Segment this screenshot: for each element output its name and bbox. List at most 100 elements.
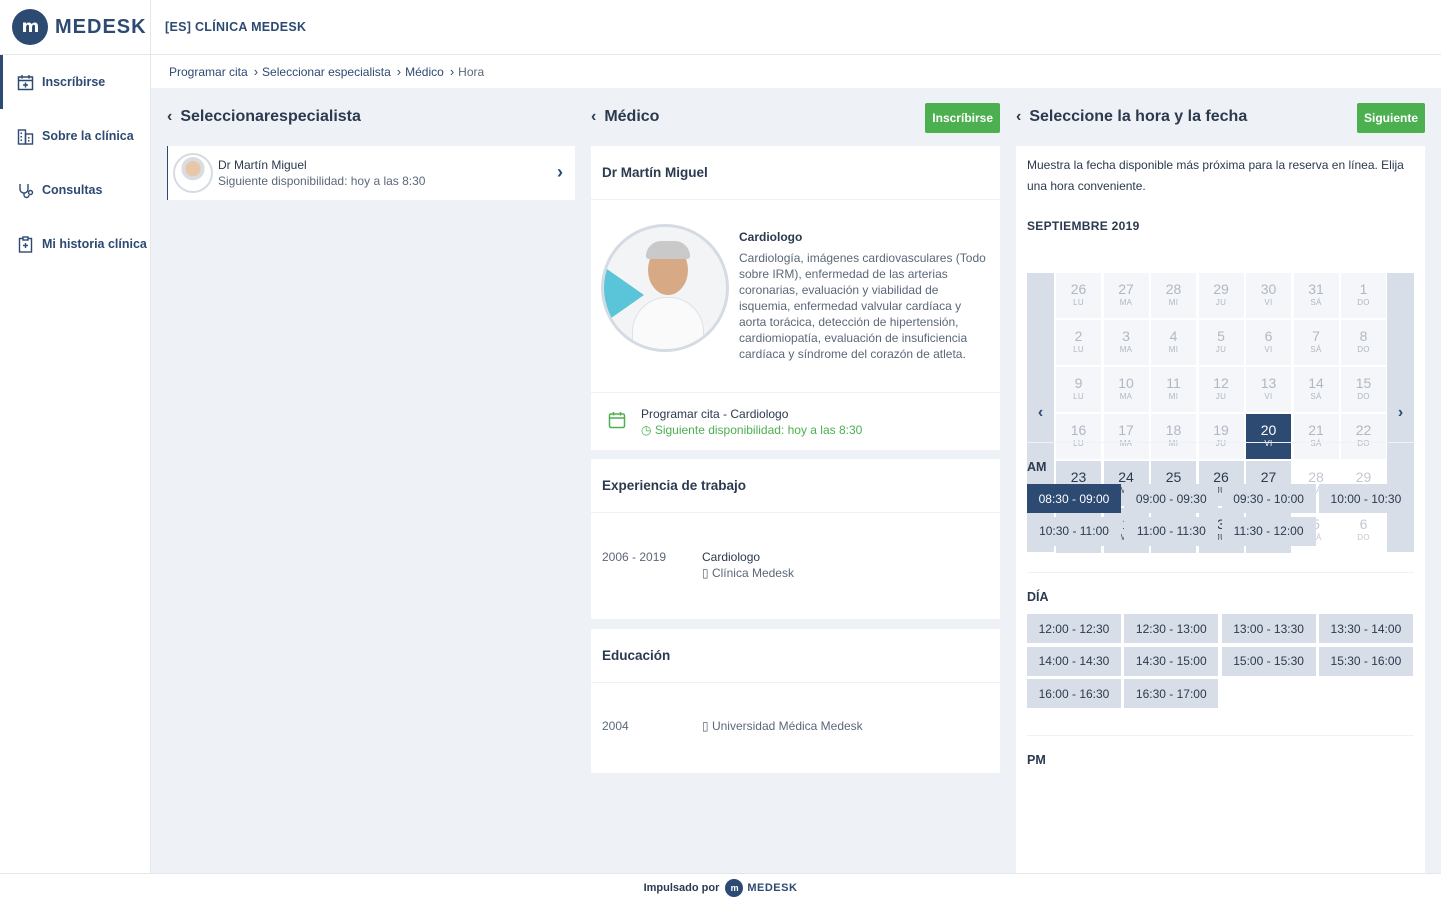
day-number: 27: [1260, 469, 1277, 485]
calendar-day: 31 SÁ: [1293, 273, 1339, 318]
doctor-details: Cardiologo Cardiología, imágenes cardiov…: [591, 200, 1000, 393]
time-slot[interactable]: 13:00 - 13:30: [1221, 614, 1316, 643]
weekday-label: JU: [1215, 298, 1227, 307]
appointment-title: Programar cita - Cardiologo: [641, 406, 789, 421]
time-slot[interactable]: 11:30 - 12:00: [1221, 516, 1316, 546]
calendar-day: 6 DO: [1341, 508, 1386, 553]
chevron-left-icon[interactable]: ‹: [167, 108, 172, 126]
calendar-plus-icon: [16, 73, 34, 91]
calendar-day: 13 VI: [1246, 367, 1291, 412]
time-slot[interactable]: 09:00 - 09:30: [1124, 484, 1219, 513]
time-slot[interactable]: 14:30 - 15:00: [1124, 646, 1219, 676]
calendar-day-selected[interactable]: 20 VI: [1246, 414, 1291, 459]
day-number: 12: [1213, 375, 1229, 391]
day-number: 28: [1308, 469, 1324, 485]
breadcrumb-seleccionar-especialista[interactable]: Seleccionar especialista: [262, 65, 391, 79]
education-title: Educación: [591, 629, 1000, 683]
medesk-logo[interactable]: m MEDESK: [0, 0, 151, 54]
chevron-left-icon[interactable]: ‹: [1016, 108, 1021, 126]
sidebar-item-label: Mi historia clínica: [42, 237, 147, 251]
calendar-day: 11 MI: [1151, 367, 1196, 412]
calendar-day: 10 MA: [1103, 367, 1149, 412]
experience-place: Clínica Medesk: [711, 566, 794, 580]
breadcrumb-medico[interactable]: Médico: [405, 65, 444, 79]
doctor-card: Dr Martín Miguel Cardiologo Cardiología,…: [591, 146, 1000, 450]
day-number: 22: [1355, 422, 1372, 438]
calendar-day: 2 LU: [1056, 320, 1101, 365]
sidebar-item-sobre-clinica[interactable]: Sobre la clínica: [0, 109, 150, 163]
clinic-name: [ES] CLÍNICA MEDESK: [165, 20, 307, 34]
time-slot[interactable]: 10:30 - 11:00: [1027, 516, 1121, 546]
breadcrumb-programar-cita[interactable]: Programar cita: [169, 65, 248, 79]
am-label: AM: [1027, 460, 1047, 474]
specialist-card[interactable]: Dr Martín Miguel Siguiente disponibilida…: [167, 146, 575, 200]
breadcrumb-hora: Hora: [458, 64, 485, 79]
doctor-specialty: Cardiologo: [739, 230, 803, 244]
calendar-day: 3 MA: [1103, 320, 1149, 365]
time-slot[interactable]: 16:30 - 17:00: [1124, 679, 1219, 708]
calendar-day: 7 SÁ: [1293, 320, 1339, 365]
day-number: 5: [1217, 328, 1225, 344]
weekday-label: JU: [1215, 439, 1227, 448]
specialist-column: ‹ Seleccionarespecialista Dr Martín Migu…: [167, 88, 575, 200]
top-header: m MEDESK [ES] CLÍNICA MEDESK: [0, 0, 1441, 55]
day-number: 16: [1070, 422, 1087, 438]
time-slot[interactable]: 16:00 - 16:30: [1027, 679, 1121, 708]
weekday-label: JU: [1215, 345, 1227, 354]
datetime-column: ‹ Seleccione la hora y la fecha Siguient…: [1016, 88, 1425, 873]
day-number: 14: [1308, 375, 1324, 391]
divider: [1027, 442, 1414, 443]
sidebar-item-inscribirse[interactable]: Inscríbirse: [0, 55, 150, 109]
weekday-label: VI: [1264, 439, 1273, 448]
datetime-card: Muestra la fecha disponible más próxima …: [1016, 146, 1425, 873]
specialist-column-title: ‹ Seleccionarespecialista: [167, 88, 575, 146]
time-slot[interactable]: 09:30 - 10:00: [1221, 484, 1316, 513]
calendar-day: 9 LU: [1056, 367, 1101, 412]
sidebar-item-consultas[interactable]: Consultas: [0, 163, 150, 217]
day-number: 29: [1355, 469, 1372, 485]
day-number: 24: [1118, 469, 1134, 485]
calendar-month: SEPTIEMBRE 2019: [1027, 219, 1140, 233]
inscribirse-button[interactable]: Inscríbirse: [925, 103, 1000, 133]
weekday-label: MA: [1119, 392, 1133, 401]
day-number: 28: [1165, 281, 1182, 297]
day-number: 13: [1260, 375, 1277, 391]
footer-brand[interactable]: MEDESK: [747, 882, 797, 894]
chevron-right-icon: ›: [449, 64, 455, 79]
time-slot[interactable]: 11:00 - 11:30: [1124, 516, 1219, 546]
day-number: 8: [1359, 328, 1368, 344]
time-slot[interactable]: 13:30 - 14:00: [1318, 614, 1413, 643]
experience-card: Experiencia de trabajo 2006 - 2019 Cardi…: [591, 459, 1000, 619]
day-number: 10: [1118, 375, 1134, 391]
calendar-day: 14 SÁ: [1293, 367, 1339, 412]
time-slot[interactable]: 15:30 - 16:00: [1318, 646, 1413, 676]
day-number: 19: [1213, 422, 1229, 438]
sidebar-item-label: Consultas: [42, 183, 103, 197]
siguiente-button[interactable]: Siguiente: [1356, 103, 1425, 133]
education-year: 2004: [602, 719, 629, 733]
doctor-column: ‹ Médico Inscríbirse Dr Martín Miguel Ca…: [591, 88, 1000, 773]
divider: [1027, 572, 1414, 573]
time-slot[interactable]: 10:00 - 10:30: [1318, 484, 1413, 513]
chevron-left-icon[interactable]: ‹: [591, 108, 596, 126]
weekday-label: LU: [1073, 345, 1084, 354]
day-number: 9: [1074, 375, 1083, 391]
day-number: 30: [1260, 281, 1277, 297]
time-slot[interactable]: 15:00 - 15:30: [1221, 646, 1316, 676]
doctor-column-title: ‹ Médico Inscríbirse: [591, 88, 1000, 146]
sidebar: Inscríbirse Sobre la clínica Consultas M…: [0, 55, 151, 873]
time-slot[interactable]: 12:00 - 12:30: [1027, 614, 1121, 643]
calendar-day: 21 SÁ: [1293, 414, 1339, 459]
sidebar-item-historia[interactable]: Mi historia clínica: [0, 217, 150, 271]
time-slot-selected[interactable]: 08:30 - 09:00: [1027, 484, 1121, 513]
schedule-appointment[interactable]: Programar cita - Cardiologo ◷ Siguiente …: [591, 393, 1000, 450]
chevron-right-icon: ›: [396, 64, 402, 79]
weekday-label: SÁ: [1310, 439, 1322, 448]
time-slot[interactable]: 12:30 - 13:00: [1124, 614, 1219, 643]
weekday-label: MI: [1168, 298, 1179, 307]
day-number: 4: [1169, 328, 1178, 344]
weekday-label: MI: [1168, 439, 1179, 448]
doctor-card-name: Dr Martín Miguel: [591, 146, 1000, 200]
sidebar-item-label: Sobre la clínica: [42, 129, 134, 143]
time-slot[interactable]: 14:00 - 14:30: [1027, 646, 1121, 676]
